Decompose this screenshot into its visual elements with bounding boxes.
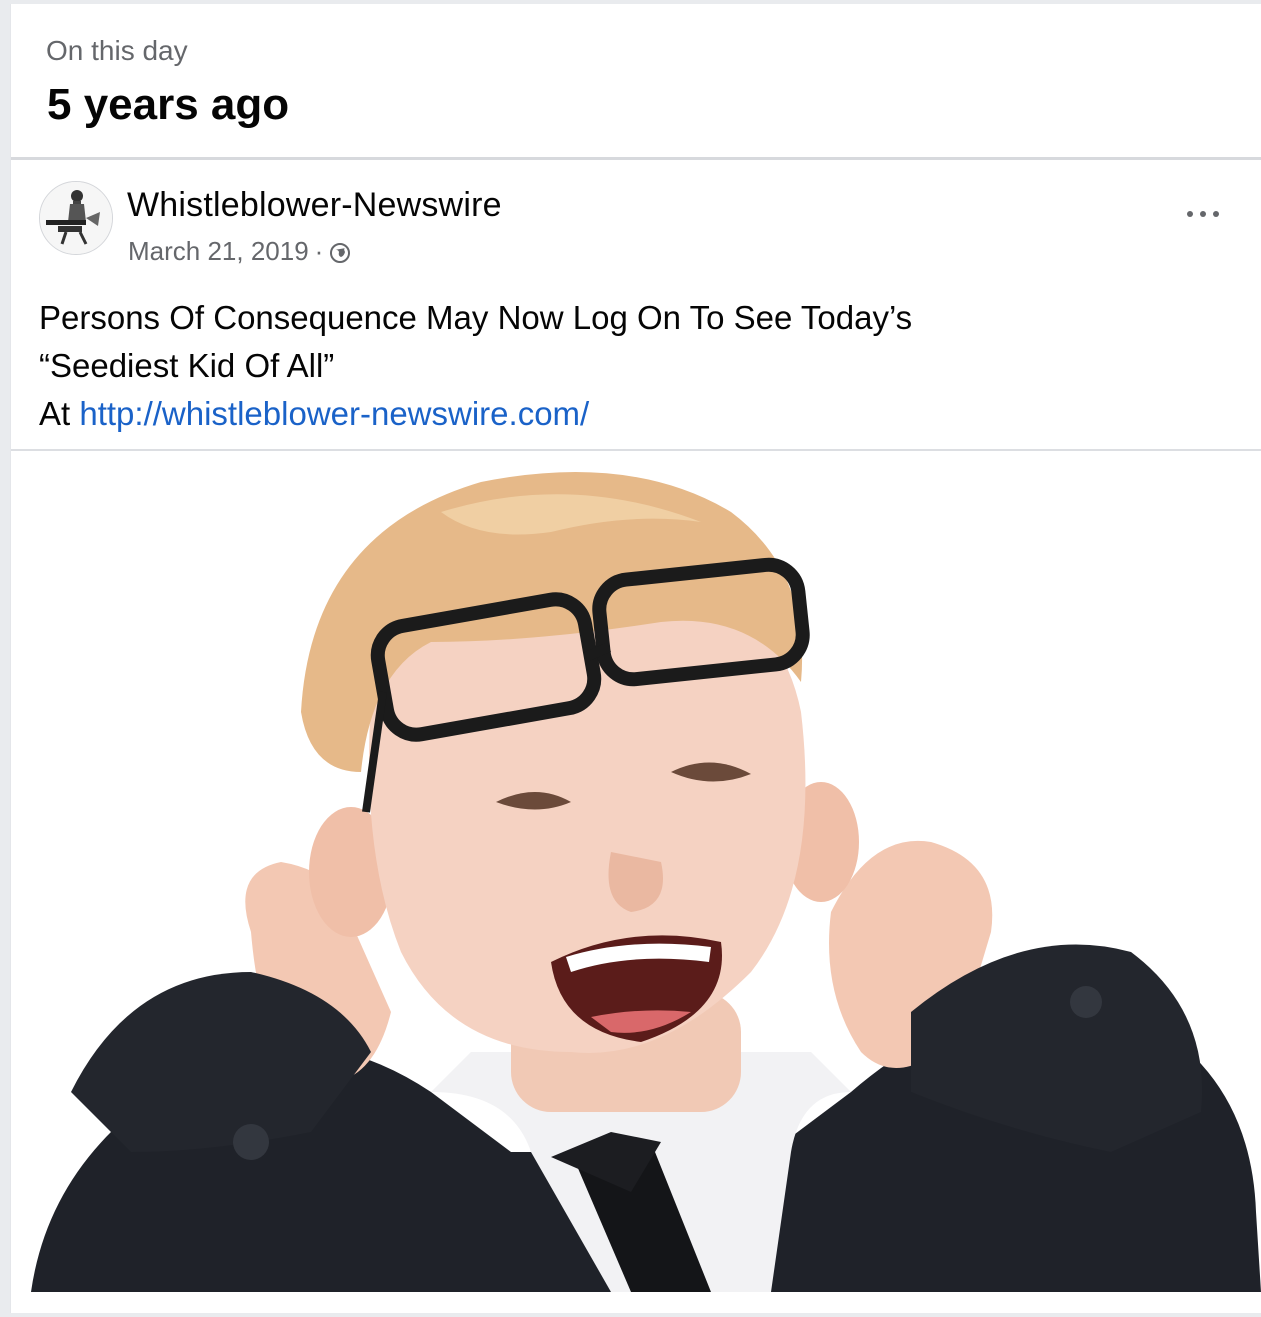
post-link[interactable]: http://whistleblower-newswire.com/ <box>79 395 589 432</box>
globe-icon <box>330 242 351 263</box>
image-divider <box>11 449 1261 451</box>
post-message-line1: Persons Of Consequence May Now Log On To… <box>39 299 913 336</box>
post-photo[interactable] <box>11 452 1261 1313</box>
post-author[interactable]: Whistleblower-Newswire <box>127 186 502 225</box>
post-message: Persons Of Consequence May Now Log On To… <box>39 294 1219 438</box>
post-date[interactable]: March 21, 2019 <box>128 236 309 267</box>
boy-photo-illustration <box>11 452 1261 1313</box>
post-meta: March 21, 2019 · <box>128 236 351 267</box>
header-divider <box>11 157 1261 160</box>
memories-label: On this day <box>46 35 188 66</box>
post-message-prefix: At <box>39 395 71 432</box>
post-message-line3: At http://whistleblower-newswire.com/ <box>39 390 1219 438</box>
avatar-logo-icon <box>40 182 112 254</box>
memory-card: On this day 5 years ago Whistleblower-Ne… <box>10 4 1261 1313</box>
post-message-line2: “Seediest Kid Of All” <box>39 347 335 384</box>
post-header: Whistleblower-Newswire March 21, 2019 · <box>11 174 1261 274</box>
meta-separator: · <box>314 236 324 266</box>
more-options-icon[interactable] <box>1183 204 1223 224</box>
memories-time-ago: 5 years ago <box>47 80 290 129</box>
memories-header: On this day 5 years ago <box>11 4 1261 160</box>
page-avatar[interactable] <box>39 181 113 255</box>
